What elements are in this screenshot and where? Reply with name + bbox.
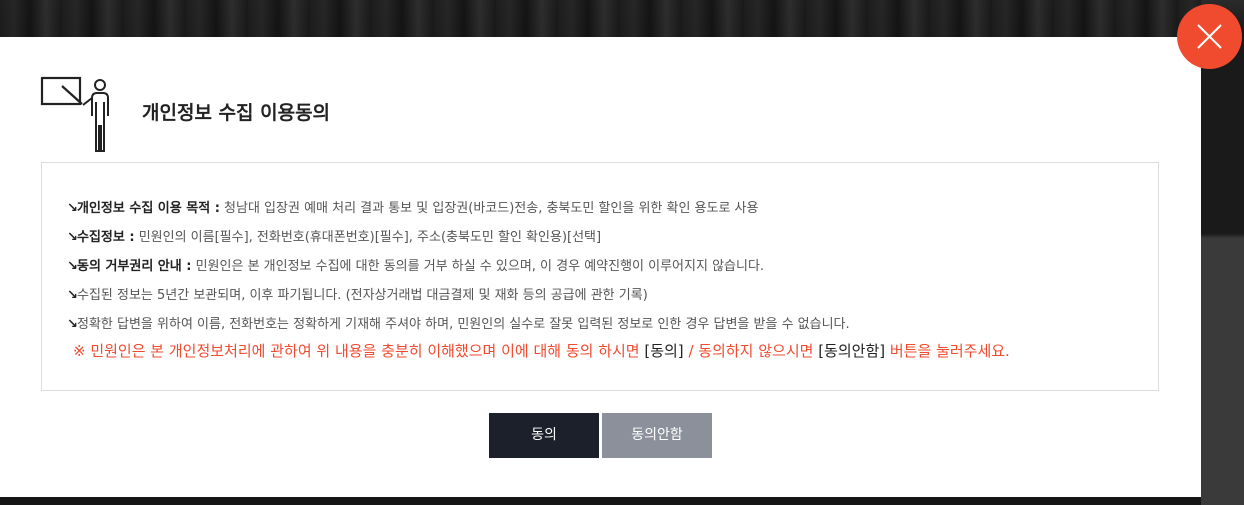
backdrop-photo (0, 0, 1201, 37)
bullet-icon: ↘ (67, 259, 78, 274)
consent-item-purpose: ↘개인정보 수집 이용 목적 : 청남대 입장권 예매 처리 결과 통보 및 입… (67, 201, 759, 216)
bullet-icon: ↘ (67, 201, 78, 216)
bullet-icon: ↘ (67, 288, 78, 303)
bullet-icon: ↘ (67, 230, 78, 245)
consent-item-retention: ↘수집된 정보는 5년간 보관되며, 이후 파기됩니다. (전자상거래법 대금결… (67, 288, 648, 303)
agree-button[interactable]: 동의 (489, 413, 599, 458)
modal-title: 개인정보 수집 이용동의 (142, 102, 331, 124)
consent-item-refusal-right: ↘동의 거부권리 안내 : 민원인은 본 개인정보 수집에 대한 동의를 거부 … (67, 259, 765, 274)
close-button[interactable] (1177, 4, 1242, 69)
bullet-icon: ↘ (67, 317, 78, 332)
consent-item-collected-info: ↘수집정보 : 민원인의 이름[필수], 전화번호(휴대폰번호)[필수], 주소… (67, 230, 602, 245)
close-icon (1197, 24, 1222, 49)
consent-item-accuracy: ↘정확한 답변을 위하여 이름, 전화번호는 정확하게 기재해 주셔야 하며, … (67, 317, 850, 332)
backdrop-side (1201, 37, 1244, 505)
disagree-button[interactable]: 동의안함 (602, 413, 712, 458)
consent-notice: ※ 민원인은 본 개인정보처리에 관하여 위 내용을 충분히 이해했으며 이에 … (73, 342, 1010, 360)
presenter-board-icon (40, 76, 109, 152)
